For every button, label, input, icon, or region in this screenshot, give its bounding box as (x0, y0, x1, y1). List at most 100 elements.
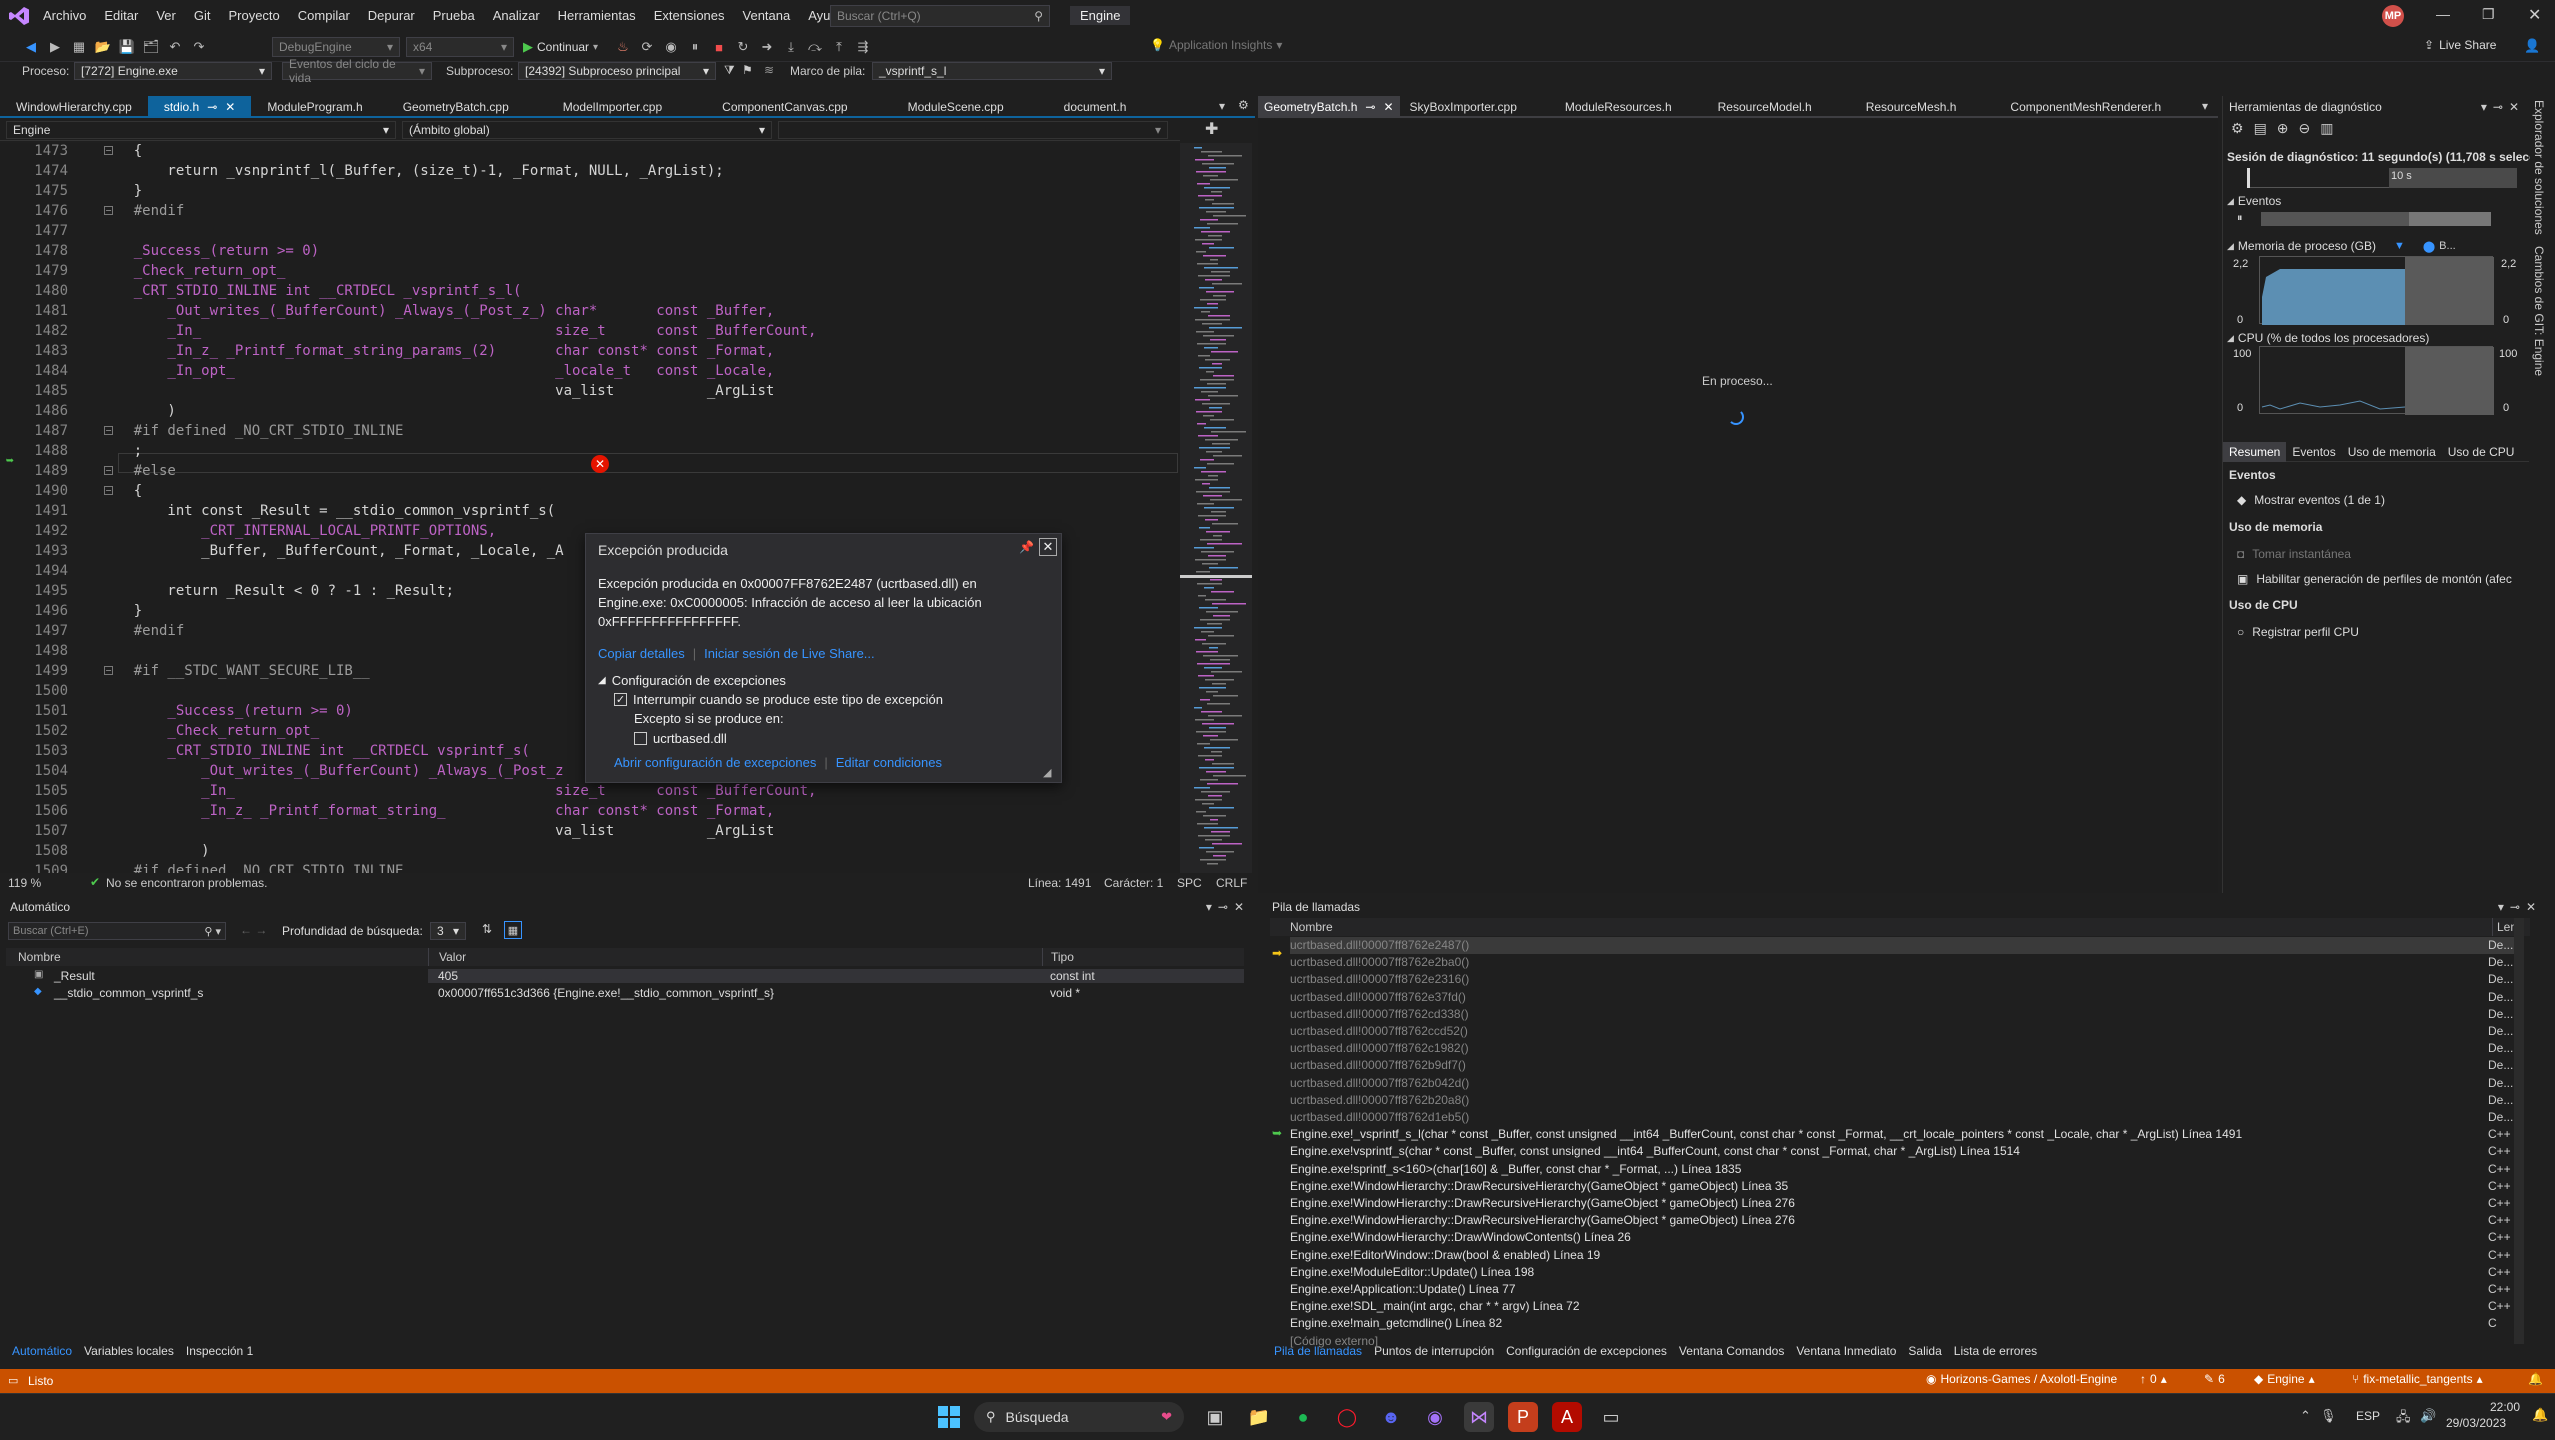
pause-icon[interactable]: ⏸ (684, 36, 706, 58)
menu-prueba[interactable]: Prueba (424, 0, 484, 32)
callstack-row[interactable]: ucrtbased.dll!00007ff8762cd338() De... (1290, 1006, 2514, 1023)
tab-overflow-icon[interactable]: ▾ (1219, 99, 1225, 113)
callstack-row[interactable]: ucrtbased.dll!00007ff8762e2ba0() De... (1290, 954, 2514, 971)
flame-icon[interactable]: ♨ (612, 36, 634, 58)
visual-studio-taskbar-icon[interactable]: ⋈ (1464, 1402, 1494, 1432)
member-dropdown[interactable]: ▾ (778, 120, 1168, 139)
continue-button[interactable]: ▶ Continuar ▾ (523, 37, 598, 57)
solution-explorer-tab[interactable]: Explorador de soluciones (2532, 100, 2546, 235)
tab-geometrybatch-h[interactable]: GeometryBatch.h ⊸ ✕ (1258, 96, 1400, 116)
select-tools-icon[interactable]: ▤ (2254, 120, 2267, 137)
settings-gear-icon[interactable]: ⚙ (2231, 120, 2244, 137)
autos-search-box[interactable]: Buscar (Ctrl+E) ⚲ ▾ (8, 922, 226, 940)
fold-toggle-icon[interactable]: − (104, 146, 113, 155)
thread-dropdown[interactable]: [24392] Subproceso principal ▾ (518, 62, 716, 80)
discord-icon[interactable]: ☻ (1376, 1402, 1406, 1432)
callstack-row[interactable]: Engine.exe!WindowHierarchy::DrawRecursiv… (1290, 1212, 2514, 1229)
settings-gear-icon[interactable]: ⚙ (1238, 98, 1249, 112)
step-out-icon[interactable]: ⤒ (828, 36, 850, 58)
tab-automatico[interactable]: Automático (6, 1344, 78, 1358)
git-changes-tab[interactable]: Cambios de GIT: Engine (2532, 246, 2546, 376)
taskbar-search[interactable]: ⚲ Búsqueda ❤ (974, 1402, 1184, 1432)
tab-resumen[interactable]: Resumen (2223, 441, 2287, 462)
callstack-row[interactable]: ucrtbased.dll!00007ff8762c1982() De... (1290, 1040, 2514, 1057)
split-add-icon[interactable]: ✚ (1205, 119, 1218, 139)
repo-indicator[interactable]: ◉ Horizons-Games / Axolotl-Engine (1926, 1372, 2117, 1386)
pin-icon[interactable]: ⊸ (207, 96, 217, 116)
fold-toggle-icon[interactable]: − (104, 206, 113, 215)
spotify-icon[interactable]: ● (1288, 1402, 1318, 1432)
line-indicator[interactable]: Línea: 1491 (1028, 876, 1091, 890)
volume-icon[interactable]: 🔊 (2420, 1408, 2436, 1424)
col-nombre[interactable]: Nombre (6, 948, 428, 966)
callstack-row[interactable]: Engine.exe!SDL_main(int argc, char * * a… (1290, 1298, 2514, 1315)
person-icon[interactable]: 👤 (2524, 38, 2540, 54)
char-indicator[interactable]: Carácter: 1 (1104, 876, 1163, 890)
save-icon[interactable]: 💾 (116, 36, 138, 58)
step-over-icon[interactable]: ⤼ (804, 36, 826, 58)
back-icon[interactable]: ◀ (20, 36, 42, 58)
pin-icon[interactable]: ⊸ (1365, 96, 1375, 116)
pin-icon[interactable]: 📌 (1019, 540, 1034, 554)
tab-inspeccion-1[interactable]: Inspección 1 (180, 1344, 259, 1358)
col-tipo[interactable]: Tipo (1042, 948, 1074, 966)
bell-icon[interactable]: 🔔 (2528, 1372, 2543, 1386)
filter-icon[interactable]: ⧩ (724, 63, 735, 78)
lifecycle-events-dropdown[interactable]: Eventos del ciclo de vida ▾ (282, 57, 432, 85)
menu-git[interactable]: Git (185, 0, 220, 32)
menu-extensiones[interactable]: Extensiones (645, 0, 734, 32)
callstack-row[interactable]: Engine.exe!sprintf_s<160>(char[160] & _B… (1290, 1161, 2514, 1178)
restore-icon[interactable]: ❐ (2482, 6, 2495, 23)
callstack-row[interactable]: ucrtbased.dll!00007ff8762ccd52() De... (1290, 1023, 2514, 1040)
live-share-button[interactable]: ⇪ Live Share (2424, 38, 2496, 52)
close-icon[interactable]: ✕ (225, 96, 235, 116)
callstack-row[interactable]: Engine.exe!WindowHierarchy::DrawWindowCo… (1290, 1229, 2514, 1246)
format-icon[interactable]: ⇅ (482, 922, 492, 936)
hot-reload-icon[interactable]: ⟳ (636, 36, 658, 58)
callstack-row[interactable]: ucrtbased.dll!00007ff8762e37fd() De... (1290, 989, 2514, 1006)
tab-componentcanvas-cpp[interactable]: ComponentCanvas.cpp (692, 96, 877, 116)
menu-compilar[interactable]: Compilar (289, 0, 359, 32)
panel-window-controls-icon[interactable]: ▾⊸✕ (2498, 900, 2542, 914)
step-into-icon[interactable]: ⤓ (780, 36, 802, 58)
github-desktop-icon[interactable]: ◉ (1420, 1402, 1450, 1432)
close-icon[interactable]: ✕ (1383, 96, 1393, 116)
callstack-row[interactable]: Engine.exe!Application::Update() Línea 7… (1290, 1281, 2514, 1298)
menu-depurar[interactable]: Depurar (359, 0, 424, 32)
show-events-item[interactable]: ◆ Mostrar eventos (1 de 1) (2237, 493, 2385, 507)
stop-icon[interactable]: ■ (708, 36, 730, 58)
close-icon[interactable]: ✕ (1039, 538, 1057, 556)
menu-ventana[interactable]: Ventana (734, 0, 800, 32)
config-dropdown[interactable]: DebugEngine ▾ (272, 37, 400, 57)
clock-time[interactable]: 22:00 (2460, 1400, 2520, 1414)
tab-modulescene-cpp[interactable]: ModuleScene.cpp (878, 96, 1034, 116)
app-window-icon[interactable]: ▭ (1596, 1402, 1626, 1432)
autos-row-value[interactable]: 0x00007ff651c3d366 {Engine.exe!__stdio_c… (428, 986, 1042, 1000)
menu-analizar[interactable]: Analizar (484, 0, 549, 32)
cpu-section-header[interactable]: ◢ CPU (% de todos los procesadores) (2227, 331, 2429, 345)
callstack-row[interactable]: ucrtbased.dll!00007ff8762d1eb5() De... (1290, 1109, 2514, 1126)
tab-resourcemodel-h[interactable]: ResourceModel.h (1696, 96, 1844, 116)
callstack-row[interactable]: ucrtbased.dll!00007ff8762e2316() De... (1290, 971, 2514, 988)
tab-geometrybatch-cpp[interactable]: GeometryBatch.cpp (379, 96, 533, 116)
callstack-row[interactable]: Engine.exe!EditorWindow::Draw(bool & ena… (1290, 1247, 2514, 1264)
memory-section-header[interactable]: ◢ Memoria de proceso (GB) ▼ ⬤ B... (2227, 239, 2456, 253)
platform-dropdown[interactable]: x64 ▾ (406, 37, 514, 57)
open-folder-icon[interactable]: 📂 (92, 36, 114, 58)
callstack-row[interactable]: ucrtbased.dll!00007ff8762e2487() De... (1290, 937, 2514, 954)
callstack-row[interactable]: ucrtbased.dll!00007ff8762b9df7() De... (1290, 1057, 2514, 1074)
tab-stdio-h[interactable]: stdio.h ⊸ ✕ (147, 96, 252, 116)
camera-icon[interactable]: ◉ (660, 36, 682, 58)
callstack-row[interactable]: ucrtbased.dll!00007ff8762b042d() De... (1290, 1075, 2514, 1092)
tab-modelimporter-cpp[interactable]: ModelImporter.cpp (533, 96, 692, 116)
callstack-row[interactable]: Engine.exe!_vsprintf_s_l(char * const _B… (1290, 1126, 2514, 1143)
changes-indicator[interactable]: ✎ 6 (2204, 1372, 2225, 1386)
col-valor[interactable]: Valor (428, 948, 1042, 966)
zoom-in-icon[interactable]: ⊕ (2277, 120, 2289, 137)
stack-frame-dropdown[interactable]: _vsprintf_s_l ▾ (872, 62, 1112, 80)
powerpoint-icon[interactable]: P (1508, 1402, 1538, 1432)
forward-icon[interactable]: ▶ (44, 36, 66, 58)
push-indicator[interactable]: ↑ 0 ▴ (2140, 1372, 2167, 1386)
autos-row-value[interactable]: 405 (428, 969, 1042, 983)
autos-row[interactable]: ▣ _Result 405 const int (6, 968, 1244, 984)
